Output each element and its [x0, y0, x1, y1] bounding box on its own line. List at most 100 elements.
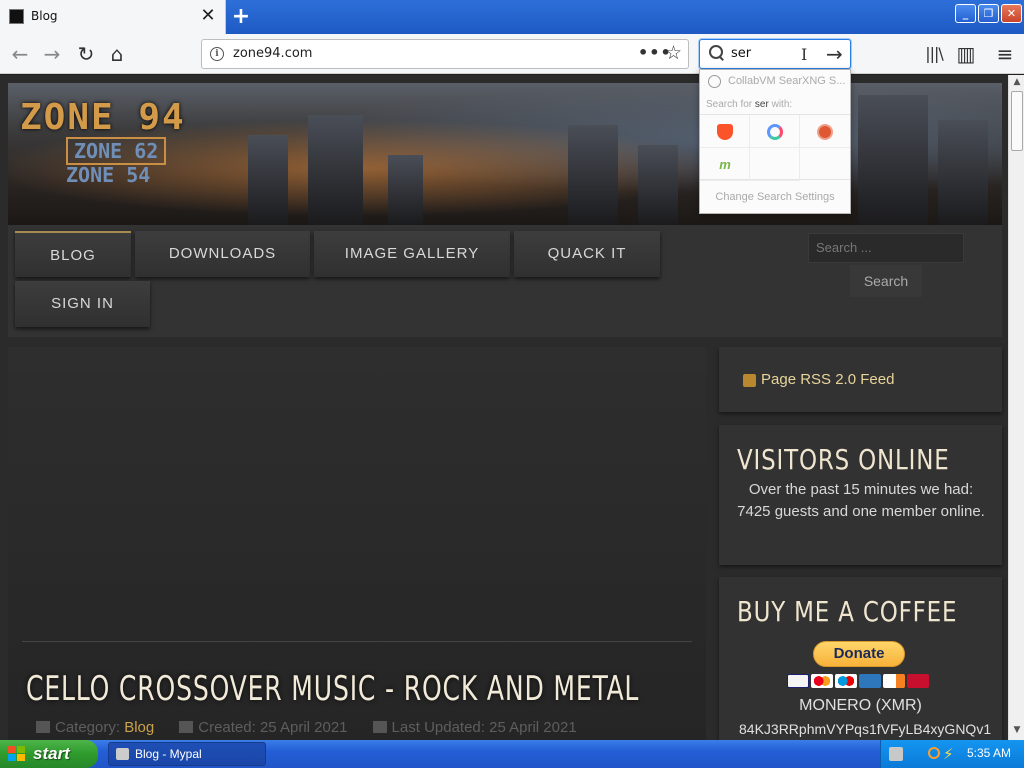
favicon-icon	[9, 9, 24, 24]
site-menu: BLOG DOWNLOADS IMAGE GALLERY QUACK IT SI…	[8, 225, 1002, 337]
payment-cards	[787, 673, 931, 688]
calendar-icon	[372, 721, 387, 733]
search-with-hint: Search for ser with:	[706, 99, 792, 110]
browser-tab[interactable]: Blog ✕	[0, 0, 226, 34]
taskbar-item-browser[interactable]: Blog - Mypal	[108, 742, 266, 766]
hint-query: ser	[754, 99, 769, 110]
change-search-settings[interactable]: Change Search Settings	[700, 191, 850, 203]
main-content: CELLO CROSSOVER MUSIC - ROCK AND METAL C…	[8, 347, 706, 740]
hint-suffix: with:	[768, 99, 793, 110]
monero-label: MONERO (XMR)	[799, 697, 922, 714]
visitors-module: VISITORS ONLINE Over the past 15 minutes…	[719, 425, 1002, 565]
visitors-text: Over the past 15 minutes we had: 7425 gu…	[737, 481, 985, 520]
browser-app-icon	[116, 748, 129, 760]
start-label: start	[33, 744, 70, 763]
reload-icon[interactable]: ↻	[72, 40, 100, 68]
calendar-icon	[179, 721, 194, 733]
default-engine-label[interactable]: CollabVM SearXNG S...	[728, 75, 846, 87]
forward-arrow-icon[interactable]: →	[38, 40, 66, 68]
hamburger-menu-icon[interactable]: ≡	[991, 40, 1019, 68]
mastercard-icon	[811, 674, 833, 688]
back-arrow-icon[interactable]: ←	[6, 40, 34, 68]
article-title[interactable]: CELLO CROSSOVER MUSIC - ROCK AND METAL	[26, 669, 639, 709]
donate-button[interactable]: Donate	[813, 641, 905, 667]
scroll-up-arrow-icon[interactable]: ▲	[1010, 75, 1024, 89]
taskbar-item-label: Blog - Mypal	[135, 747, 202, 761]
bank-card-icon	[907, 674, 929, 688]
maestro-card-icon	[835, 674, 857, 688]
maximize-button[interactable]: ❐	[978, 4, 999, 23]
discover-card-icon	[883, 674, 905, 688]
windows-logo-icon	[8, 746, 26, 762]
article-meta: Category: Blog Created: 25 April 2021 La…	[36, 719, 577, 736]
engine-brave[interactable]	[700, 115, 750, 148]
search-tray-icon[interactable]	[928, 747, 940, 759]
search-go-arrow-icon[interactable]: →	[826, 42, 843, 66]
hint-prefix: Search for	[706, 99, 755, 110]
search-query[interactable]: ser	[731, 46, 751, 61]
close-window-button[interactable]: ✕	[1001, 4, 1022, 23]
created-date: Created: 25 April 2021	[198, 719, 348, 736]
divider	[22, 641, 692, 642]
engine-qwant[interactable]	[750, 115, 800, 148]
tab-bar: Blog ✕ + _ ❐ ✕	[0, 0, 1024, 34]
engine-slot-empty	[750, 148, 800, 181]
menu-item-downloads[interactable]: DOWNLOADS	[135, 231, 310, 277]
category-label: Category:	[55, 719, 125, 736]
clock[interactable]: 5:35 AM	[967, 746, 1011, 760]
navigation-toolbar: ← → ↻ ⌂ i zone94.com ••• ☆ ser I → |||\ …	[0, 34, 1024, 74]
coffee-heading: BUY ME A COFFEE	[737, 595, 958, 628]
close-tab-icon[interactable]: ✕	[198, 6, 218, 26]
browser-search-input[interactable]: ser I →	[699, 39, 851, 69]
rss-icon	[743, 374, 756, 387]
home-icon[interactable]: ⌂	[103, 40, 131, 68]
network-icon[interactable]	[889, 747, 903, 761]
site-search-button[interactable]: Search	[850, 265, 922, 297]
site-banner: ZONE 94 ZONE 62 ZONE 54	[8, 83, 1002, 225]
duckduckgo-icon	[817, 124, 833, 140]
web-page: ZONE 94 ZONE 62 ZONE 54 BLOG DOWNLOADS I…	[0, 75, 1008, 740]
system-tray: ⚡ 5:35 AM	[880, 740, 1024, 768]
qwant-icon	[767, 124, 783, 140]
address-bar[interactable]: i zone94.com ••• ☆	[201, 39, 689, 69]
logo-subtitle-2: ZONE 54	[66, 163, 151, 187]
coffee-module: BUY ME A COFFEE Donate MONERO (XMR) 84KJ…	[719, 577, 1002, 740]
logo-subtitle-1: ZONE 62	[66, 137, 167, 165]
site-logo[interactable]: ZONE 94	[20, 97, 186, 138]
amex-card-icon	[859, 674, 881, 688]
visa-card-icon	[787, 674, 809, 688]
scroll-thumb[interactable]	[1011, 91, 1023, 151]
menu-item-blog[interactable]: BLOG	[15, 231, 131, 277]
brave-icon	[717, 124, 733, 140]
security-shield-icon[interactable]: ⚡	[943, 745, 954, 763]
monero-address: 84KJ3RRphmVYPqs1fVFyLB4xyGNQv1	[739, 721, 992, 737]
bookmark-star-icon[interactable]: ☆	[665, 42, 682, 64]
info-icon[interactable]: i	[210, 47, 224, 61]
library-icon[interactable]: |||\	[920, 40, 948, 68]
text-cursor-icon: I	[801, 45, 808, 64]
sidebar-toggle-icon[interactable]: ▥	[952, 40, 980, 68]
site-search-input[interactable]: Search ...	[808, 233, 964, 263]
rss-feed-link[interactable]: Page RSS 2.0 Feed	[761, 371, 894, 388]
menu-item-image-gallery[interactable]: IMAGE GALLERY	[314, 231, 510, 277]
default-engine-row[interactable]: CollabVM SearXNG S...	[700, 70, 850, 94]
rss-module: Page RSS 2.0 Feed	[719, 347, 1002, 412]
updated-date: Last Updated: 25 April 2021	[391, 719, 577, 736]
globe-icon	[708, 75, 721, 88]
menu-item-sign-in[interactable]: SIGN IN	[15, 281, 150, 327]
search-engine-grid: m	[700, 114, 850, 181]
url-text[interactable]: zone94.com	[233, 46, 312, 61]
taskbar: start Blog - Mypal ⚡ 5:35 AM	[0, 740, 1024, 768]
scroll-down-arrow-icon[interactable]: ▼	[1010, 723, 1024, 737]
engine-duckduckgo[interactable]	[800, 115, 850, 148]
folder-icon	[36, 721, 50, 733]
new-tab-button[interactable]: +	[228, 4, 254, 30]
search-icon	[708, 44, 726, 62]
minimize-button[interactable]: _	[955, 4, 976, 23]
menu-item-quack-it[interactable]: QUACK IT	[514, 231, 660, 277]
category-link[interactable]: Blog	[124, 719, 154, 736]
start-button[interactable]: start	[0, 740, 98, 768]
engine-mojeek[interactable]: m	[700, 148, 750, 181]
visitors-heading: VISITORS ONLINE	[737, 443, 950, 476]
page-scrollbar[interactable]: ▲ ▼	[1008, 75, 1024, 740]
